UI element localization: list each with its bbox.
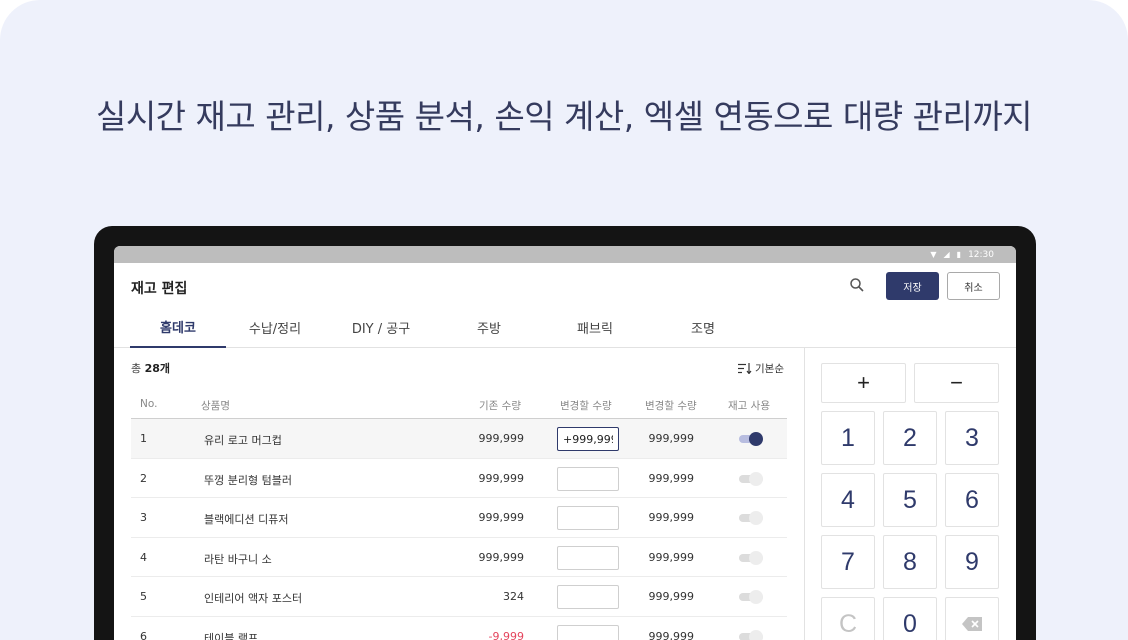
col-name: 상품명 [201, 400, 230, 412]
product-name: 뚜껑 분리형 텀블러 [204, 473, 292, 487]
row-number: 4 [140, 550, 147, 564]
result-quantity: 999,999 [648, 511, 695, 524]
sort-icon [738, 363, 752, 374]
table-row[interactable]: 5 인테리어 액자 포스터 324 999,999 [131, 577, 787, 617]
product-name: 테이블 램프 [204, 631, 259, 640]
battery-icon: ▮ [956, 249, 962, 259]
page-title: 재고 편집 [131, 281, 188, 297]
col-no: No. [140, 398, 158, 410]
base-quantity: -9,999 [488, 629, 524, 640]
stock-toggle[interactable] [739, 511, 763, 525]
result-quantity: 999,999 [648, 629, 695, 640]
keypad-clear-button[interactable]: C [821, 597, 875, 640]
headline: 실시간 재고 관리, 상품 분석, 손익 계산, 엑셀 연동으로 대량 관리까지 [95, 97, 1033, 136]
keypad-4-button[interactable]: 4 [821, 473, 875, 527]
row-number: 6 [140, 629, 147, 640]
base-quantity: 324 [503, 590, 524, 603]
total-count-value: 28개 [144, 362, 171, 375]
total-count: 총 28개 [131, 360, 170, 376]
product-name: 인테리어 액자 포스터 [204, 592, 303, 605]
col-stock-use: 재고 사용 [728, 400, 770, 412]
col-base-qty: 기존 수량 [479, 400, 521, 412]
col-result-qty: 변경할 수량 [645, 400, 697, 412]
row-number: 1 [140, 432, 147, 445]
change-quantity-input[interactable] [557, 545, 619, 570]
status-time: 12:30 [968, 249, 994, 260]
keypad-8-button[interactable]: 8 [883, 535, 937, 589]
result-quantity: 999,999 [648, 471, 695, 485]
stock-toggle[interactable] [739, 629, 763, 640]
tab-lighting[interactable]: 조명 [655, 307, 751, 348]
table-header: No. 상품명 기존 수량 변경할 수량 변경할 수량 재고 사용 [131, 393, 787, 419]
table-row[interactable]: 3 블랙에디션 디퓨저 999,999 999,999 [131, 498, 787, 538]
change-quantity-input[interactable] [557, 585, 619, 609]
signal-icon: ◢ [943, 249, 950, 259]
tablet-frame: ▼ ◢ ▮ 12:30 재고 편집 저장 취소 홈데코 수납/정리 DIY / … [94, 226, 1036, 640]
keypad-0-button[interactable]: 0 [883, 597, 937, 640]
base-quantity: 999,999 [478, 471, 525, 485]
keypad-5-button[interactable]: 5 [883, 473, 937, 527]
keypad-plus-button[interactable]: + [821, 363, 906, 403]
backspace-icon [962, 617, 982, 631]
tablet-screen: ▼ ◢ ▮ 12:30 재고 편집 저장 취소 홈데코 수납/정리 DIY / … [114, 246, 1016, 640]
change-quantity-input[interactable] [557, 506, 619, 530]
result-quantity: 999,999 [648, 550, 695, 564]
save-button[interactable]: 저장 [886, 272, 939, 300]
table-row[interactable]: 6 테이블 램프 -9,999 999,999 [131, 617, 787, 640]
category-tabs: 홈데코 수납/정리 DIY / 공구 주방 패브릭 조명 [114, 307, 1016, 348]
stock-toggle[interactable] [739, 471, 763, 486]
result-quantity: 999,999 [648, 432, 695, 445]
product-name: 라탄 바구니 소 [204, 552, 272, 566]
row-number: 5 [140, 590, 147, 603]
col-change-qty: 변경할 수량 [560, 400, 612, 412]
keypad-panel: + − 1 2 3 4 5 6 7 8 9 C 0 [804, 348, 1016, 640]
change-quantity-input[interactable] [557, 427, 619, 451]
search-icon[interactable] [849, 277, 865, 293]
keypad-1-button[interactable]: 1 [821, 411, 875, 465]
keypad-2-button[interactable]: 2 [883, 411, 937, 465]
table-row[interactable]: 4 라탄 바구니 소 999,999 999,999 [131, 538, 787, 577]
change-quantity-input[interactable] [557, 624, 619, 640]
change-quantity-input[interactable] [557, 466, 619, 491]
row-number: 3 [140, 511, 147, 524]
keypad-3-button[interactable]: 3 [945, 411, 999, 465]
total-prefix: 총 [131, 362, 142, 375]
tab-fabric[interactable]: 패브릭 [547, 307, 643, 348]
app-bar: 재고 편집 저장 취소 [114, 263, 1016, 307]
sort-label: 기본순 [755, 363, 784, 375]
keypad-minus-button[interactable]: − [914, 363, 999, 403]
status-bar: ▼ ◢ ▮ 12:30 [114, 246, 1016, 263]
product-name: 유리 로고 머그컵 [204, 434, 282, 447]
wifi-icon: ▼ [930, 249, 937, 259]
promo-canvas: 실시간 재고 관리, 상품 분석, 손익 계산, 엑셀 연동으로 대량 관리까지… [0, 0, 1128, 640]
stock-toggle[interactable] [739, 550, 763, 565]
base-quantity: 999,999 [478, 550, 525, 564]
keypad-7-button[interactable]: 7 [821, 535, 875, 589]
base-quantity: 999,999 [478, 432, 525, 445]
table-row[interactable]: 2 뚜껑 분리형 텀블러 999,999 999,999 [131, 459, 787, 498]
cancel-button[interactable]: 취소 [947, 272, 1000, 300]
tab-diy-tools[interactable]: DIY / 공구 [333, 307, 429, 348]
sort-button[interactable]: 기본순 [738, 361, 784, 376]
base-quantity: 999,999 [478, 511, 525, 524]
result-quantity: 999,999 [648, 590, 695, 603]
row-number: 2 [140, 471, 147, 485]
stock-toggle[interactable] [739, 590, 763, 604]
keypad-backspace-button[interactable] [945, 597, 999, 640]
keypad-9-button[interactable]: 9 [945, 535, 999, 589]
tab-storage[interactable]: 수납/정리 [227, 307, 323, 348]
tab-home-deco[interactable]: 홈데코 [130, 307, 226, 348]
product-name: 블랙에디션 디퓨저 [204, 513, 289, 526]
inventory-list-panel: 총 28개 기본순 No. 상품명 기존 수량 변경할 수량 변경할 수량 재고… [114, 348, 804, 640]
stock-toggle[interactable] [739, 432, 763, 446]
keypad-6-button[interactable]: 6 [945, 473, 999, 527]
table-body: 1 유리 로고 머그컵 999,999 999,999 2 뚜껑 분리형 텀블러… [131, 419, 787, 640]
table-row[interactable]: 1 유리 로고 머그컵 999,999 999,999 [131, 419, 787, 459]
tab-kitchen[interactable]: 주방 [441, 307, 537, 348]
